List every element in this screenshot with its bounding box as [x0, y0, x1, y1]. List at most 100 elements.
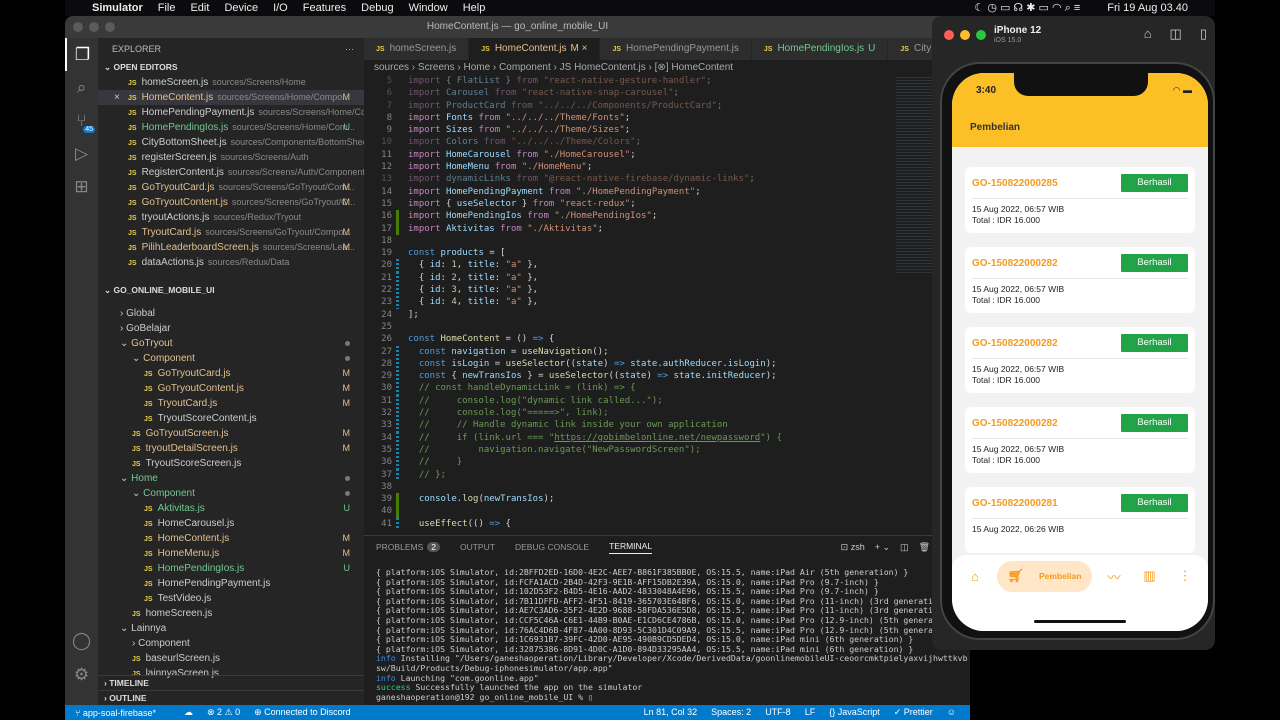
tree-item[interactable]: JS TryoutScoreContent.js [98, 411, 364, 426]
indentation[interactable]: Spaces: 2 [711, 707, 751, 718]
menu-io[interactable]: I/O [273, 2, 288, 14]
nav-pembelian[interactable]: 🛒︎ Pembelian [997, 560, 1092, 592]
menu-debug[interactable]: Debug [361, 2, 393, 14]
order-card[interactable]: GO-150822000285 Berhasil 15 Aug 2022, 06:5… [965, 167, 1195, 233]
tab-homecontentjs[interactable]: JS HomeContent.js M × [469, 38, 601, 60]
terminal-output[interactable]: { platform:iOS Simulator, id:2BFFD2ED-16… [364, 558, 970, 702]
open-editor-item[interactable]: JS HomePendingIos.js sources/Screens/Home/… [98, 120, 364, 135]
tab-homependingpaymentjs[interactable]: JS HomePendingPayment.js [600, 38, 752, 60]
gear-icon[interactable]: ⚙ [65, 658, 98, 691]
breadcrumb[interactable]: sources › Screens › Home › Component › J… [364, 60, 970, 75]
prettier-status[interactable]: ✓ Prettier [894, 707, 933, 718]
status-badge[interactable]: Berhasil [1121, 414, 1188, 432]
open-editor-item[interactable]: JS tryoutActions.js sources/Redux/Tryout [98, 210, 364, 225]
menubar-clock[interactable]: Fri 19 Aug 03.40 [1107, 2, 1188, 14]
open-editor-item[interactable]: × JS HomeContent.js sources/Screens/Home/Co… [98, 90, 364, 105]
nav-trend-icon[interactable]: 〰 [1101, 567, 1127, 586]
tree-item[interactable]: › Component [98, 636, 364, 651]
tree-item[interactable]: JS homeScreen.js [98, 606, 364, 621]
problems-status[interactable]: ⊗ 2 ⚠ 0 [207, 707, 240, 718]
status-icons[interactable]: ☾ ◷ ▭ ☊ ✱ ▭ ◠ ⌕ ≡ [974, 1, 1080, 15]
tree-item[interactable]: JS TestVideo.js [98, 591, 364, 606]
order-card[interactable]: GO-150822000282 Berhasil 15 Aug 2022, 06:5… [965, 327, 1195, 393]
tree-item[interactable]: ⌄ GoTryout [98, 336, 364, 351]
terminal-shell[interactable]: ⊡ zsh [841, 542, 865, 553]
menu-features[interactable]: Features [303, 2, 346, 14]
open-editor-item[interactable]: JS PilihLeaderboardScreen.js sources/Scree… [98, 240, 364, 255]
order-card[interactable]: GO-150822000281 Berhasil 15 Aug 2022, 06:2… [965, 487, 1195, 553]
tree-item[interactable]: JS tryoutDetailScreen.js M [98, 441, 364, 456]
trash-icon[interactable]: 🗑 [919, 542, 930, 553]
tree-item[interactable]: JS Aktivitas.js U [98, 501, 364, 516]
screenshot-icon[interactable]: ◫ [1170, 26, 1182, 42]
menu-file[interactable]: File [158, 2, 176, 14]
open-editor-item[interactable]: JS GoTryoutContent.js sources/Screens/GoTr… [98, 195, 364, 210]
status-badge[interactable]: Berhasil [1121, 334, 1188, 352]
sync-icon[interactable]: ☁ [184, 707, 193, 718]
open-editors-header[interactable]: ⌄ OPEN EDITORS [98, 60, 364, 75]
tree-item[interactable]: ⌄ Home [98, 471, 364, 486]
line-ending[interactable]: LF [805, 707, 816, 718]
discord-status[interactable]: ⊕ Connected to Discord [254, 707, 365, 718]
open-editor-item[interactable]: JS registerScreen.js sources/Screens/Auth [98, 150, 364, 165]
open-editor-item[interactable]: JS GoTryoutCard.js sources/Screens/GoTryou… [98, 180, 364, 195]
order-card[interactable]: GO-150822000282 Berhasil 15 Aug 2022, 06:5… [965, 247, 1195, 313]
close-icon[interactable]: × [114, 90, 120, 105]
tree-item[interactable]: JS TryoutCard.js M [98, 396, 364, 411]
code-editor[interactable]: 5 import { FlatList } from "react-native-… [364, 75, 890, 535]
language-mode[interactable]: {} JavaScript [829, 707, 880, 718]
nav-chart-icon[interactable]: ▥ [1137, 568, 1163, 584]
source-control-icon[interactable]: ⑂ 45 [65, 104, 98, 137]
tab-terminal[interactable]: TERMINAL [609, 541, 653, 554]
feedback-icon[interactable]: ☺ [947, 707, 956, 718]
tab-homependingiosjs[interactable]: JS HomePendingIos.js U [751, 38, 889, 60]
explorer-icon[interactable]: ❐ [65, 38, 98, 71]
status-badge[interactable]: Berhasil [1121, 494, 1188, 512]
tree-item[interactable]: JS HomeCarousel.js [98, 516, 364, 531]
tab-output[interactable]: OUTPUT [460, 542, 495, 552]
order-list[interactable]: GO-150822000285 Berhasil 15 Aug 2022, 06:5… [952, 147, 1208, 553]
tab-problems[interactable]: PROBLEMS 2 [376, 542, 440, 552]
extensions-icon[interactable]: ⊞ [65, 170, 98, 203]
tree-item[interactable]: JS HomePendingPayment.js [98, 576, 364, 591]
search-icon[interactable]: ⌕ [65, 71, 98, 104]
outline-section[interactable]: › OUTLINE [98, 690, 364, 705]
menu-help[interactable]: Help [463, 2, 486, 14]
nav-home-icon[interactable]: ⌂ [962, 569, 988, 584]
account-icon[interactable]: ◯ [65, 624, 98, 657]
tree-item[interactable]: › Global [98, 306, 364, 321]
order-card[interactable]: GO-150822000282 Berhasil 15 Aug 2022, 06:5… [965, 407, 1195, 473]
tree-item[interactable]: JS baseurlScreen.js [98, 651, 364, 666]
run-debug-icon[interactable]: ▷ [65, 137, 98, 170]
git-branch[interactable]: ⑂ app-soal-firebase* [75, 708, 170, 718]
open-editor-item[interactable]: JS dataActions.js sources/Redux/Data [98, 255, 364, 270]
tree-item[interactable]: ⌄ Component [98, 486, 364, 501]
tree-item[interactable]: JS HomeContent.js M [98, 531, 364, 546]
tab-debug-console[interactable]: DEBUG CONSOLE [515, 542, 589, 552]
open-editor-item[interactable]: JS RegisterContent.js sources/Screens/Auth… [98, 165, 364, 180]
split-terminal-icon[interactable]: ◫ [900, 542, 909, 553]
cursor-position[interactable]: Ln 81, Col 32 [644, 707, 698, 718]
tree-item[interactable]: JS GoTryoutScreen.js M [98, 426, 364, 441]
tree-item[interactable]: › GoBelajar [98, 321, 364, 336]
rotate-icon[interactable]: ▯ [1200, 26, 1207, 42]
menu-window[interactable]: Window [409, 2, 448, 14]
encoding[interactable]: UTF-8 [765, 707, 791, 718]
open-editor-item[interactable]: JS CityBottomSheet.js sources/Components/B… [98, 135, 364, 150]
open-editor-item[interactable]: JS homeScreen.js sources/Screens/Home [98, 75, 364, 90]
nav-more-icon[interactable]: ⋮ [1172, 568, 1198, 584]
tree-item[interactable]: JS HomeMenu.js M [98, 546, 364, 561]
tree-item[interactable]: JS TryoutScoreScreen.js [98, 456, 364, 471]
home-button-icon[interactable]: ⌂ [1144, 26, 1152, 42]
project-header[interactable]: ⌄ GO_ONLINE_MOBILE_UI [98, 283, 364, 298]
menu-device[interactable]: Device [224, 2, 258, 14]
open-editor-item[interactable]: JS TryoutCard.js sources/Screens/GoTryout/… [98, 225, 364, 240]
tree-item[interactable]: ⌄ Component [98, 351, 364, 366]
status-badge[interactable]: Berhasil [1121, 254, 1188, 272]
menu-app-name[interactable]: Simulator [92, 2, 143, 14]
window-controls[interactable] [73, 22, 115, 32]
tree-item[interactable]: JS GoTryoutCard.js M [98, 366, 364, 381]
new-terminal-icon[interactable]: + ⌄ [875, 542, 890, 553]
menu-edit[interactable]: Edit [190, 2, 209, 14]
tab-homescreenjs[interactable]: JS homeScreen.js [364, 38, 470, 60]
